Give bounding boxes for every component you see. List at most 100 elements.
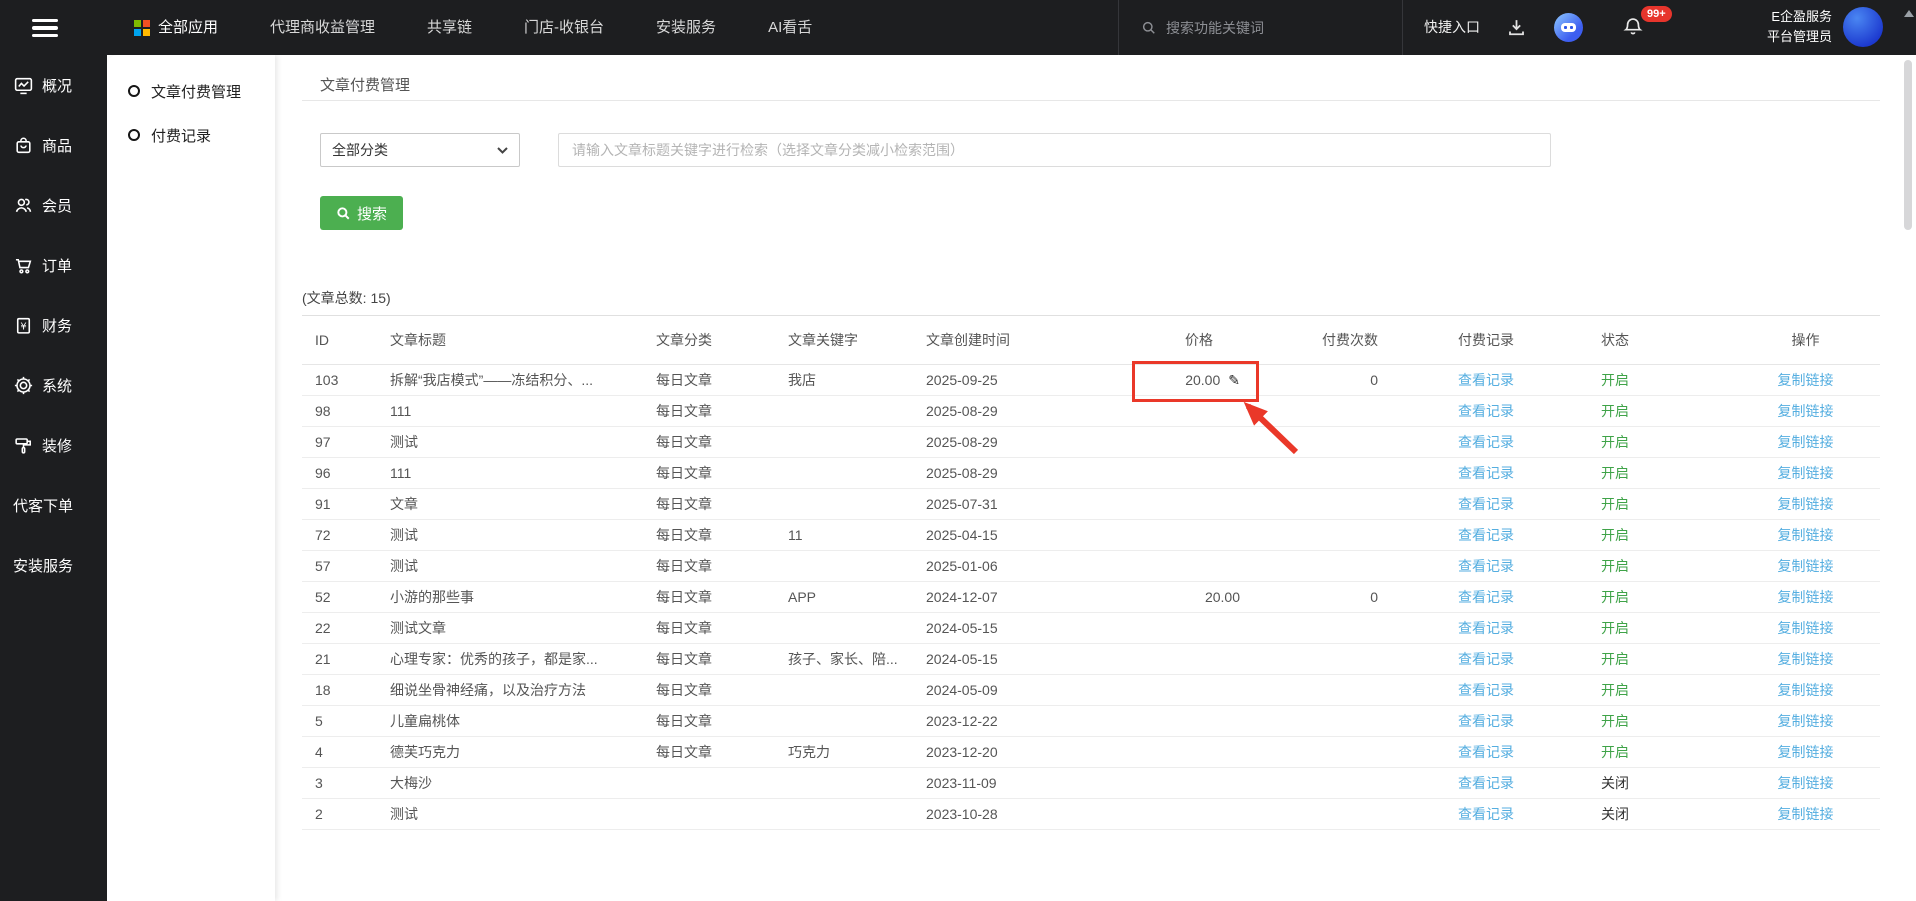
view-record-link[interactable]: 查看记录 — [1458, 806, 1514, 822]
table-row: 97 测试 每日文章 2025-08-29 查看记录 开启 复制链接 — [302, 427, 1880, 458]
keyword-search-input[interactable] — [558, 133, 1551, 167]
copy-link-action[interactable]: 复制链接 — [1778, 682, 1834, 698]
sidebar-item-products[interactable]: 商品 — [0, 115, 107, 175]
copy-link-action[interactable]: 复制链接 — [1778, 651, 1834, 667]
view-record-link[interactable]: 查看记录 — [1458, 465, 1514, 481]
status-badge: 开启 — [1601, 434, 1629, 450]
col-actions: 操作 — [1753, 316, 1880, 365]
copy-link-action[interactable]: 复制链接 — [1778, 403, 1834, 419]
status-badge: 开启 — [1601, 744, 1629, 760]
nav-store-cashier[interactable]: 门店-收银台 — [498, 0, 630, 55]
view-record-link[interactable]: 查看记录 — [1458, 403, 1514, 419]
view-record-link[interactable]: 查看记录 — [1458, 496, 1514, 512]
cell-price — [1138, 489, 1253, 520]
download-icon[interactable] — [1506, 17, 1527, 38]
cell-actions: 复制链接 — [1753, 799, 1880, 830]
nav-ai-tongue[interactable]: AI看舌 — [742, 0, 838, 55]
status-badge: 开启 — [1601, 651, 1629, 667]
status-badge: 关闭 — [1601, 806, 1629, 822]
cell-actions: 复制链接 — [1753, 768, 1880, 799]
ai-assistant-icon[interactable] — [1554, 13, 1583, 42]
global-search-input[interactable]: 搜索功能关键词 — [1118, 0, 1403, 55]
cell-status: 开启 — [1588, 396, 1753, 427]
view-record-link[interactable]: 查看记录 — [1458, 372, 1514, 388]
sidebar-item-overview[interactable]: 概况 — [0, 55, 107, 115]
cell-status: 关闭 — [1588, 799, 1753, 830]
copy-link-action[interactable]: 复制链接 — [1778, 372, 1834, 388]
category-selected-value: 全部分类 — [332, 140, 388, 160]
search-button[interactable]: 搜索 — [320, 196, 403, 230]
copy-link-action[interactable]: 复制链接 — [1778, 465, 1834, 481]
shopping-bag-icon — [13, 135, 34, 156]
cell-pay-count — [1253, 675, 1403, 706]
category-select[interactable]: 全部分类 — [320, 133, 520, 167]
copy-link-action[interactable]: 复制链接 — [1778, 589, 1834, 605]
scrollbar[interactable] — [1900, 0, 1916, 901]
cell-id: 72 — [302, 520, 380, 551]
finance-ledger-icon: ¥ — [13, 315, 34, 336]
copy-link-action[interactable]: 复制链接 — [1778, 496, 1834, 512]
sidebar-item-decoration[interactable]: 装修 — [0, 415, 107, 475]
cell-pay-record: 查看记录 — [1403, 489, 1588, 520]
nav-all-apps[interactable]: 全部应用 — [108, 0, 244, 55]
view-record-link[interactable]: 查看记录 — [1458, 682, 1514, 698]
cell-id: 91 — [302, 489, 380, 520]
copy-link-action[interactable]: 复制链接 — [1778, 806, 1834, 822]
copy-link-action[interactable]: 复制链接 — [1778, 713, 1834, 729]
sidebar-item-finance[interactable]: ¥ 财务 — [0, 295, 107, 355]
sidebar-item-valet-order[interactable]: 代客下单 — [0, 475, 107, 535]
cell-actions: 复制链接 — [1753, 644, 1880, 675]
nav-install-service[interactable]: 安装服务 — [630, 0, 742, 55]
view-record-link[interactable]: 查看记录 — [1458, 589, 1514, 605]
cell-title: 测试 — [380, 427, 640, 458]
user-account[interactable]: E企盈服务 平台管理员 — [1724, 7, 1832, 47]
cell-id: 103 — [302, 365, 380, 396]
quick-entry-link[interactable]: 快捷入口 — [1424, 0, 1480, 55]
cell-status: 开启 — [1588, 551, 1753, 582]
cell-price — [1138, 613, 1253, 644]
view-record-link[interactable]: 查看记录 — [1458, 620, 1514, 636]
view-record-link[interactable]: 查看记录 — [1458, 651, 1514, 667]
table-row: 96 111 每日文章 2025-08-29 查看记录 开启 复制链接 — [302, 458, 1880, 489]
submenu-item-article-pay[interactable]: 文章付费管理 — [107, 69, 275, 113]
hamburger-menu-icon[interactable] — [32, 19, 58, 37]
cell-created: 2025-08-29 — [910, 396, 1138, 427]
cell-status: 开启 — [1588, 737, 1753, 768]
cell-created: 2024-12-07 — [910, 582, 1138, 613]
view-record-link[interactable]: 查看记录 — [1458, 558, 1514, 574]
copy-link-action[interactable]: 复制链接 — [1778, 775, 1834, 791]
view-record-link[interactable]: 查看记录 — [1458, 775, 1514, 791]
cell-pay-record: 查看记录 — [1403, 737, 1588, 768]
copy-link-action[interactable]: 复制链接 — [1778, 558, 1834, 574]
view-record-link[interactable]: 查看记录 — [1458, 434, 1514, 450]
scrollbar-up-arrow-icon[interactable] — [1904, 10, 1914, 17]
view-record-link[interactable]: 查看记录 — [1458, 744, 1514, 760]
nav-share-chain[interactable]: 共享链 — [401, 0, 498, 55]
notifications-bell[interactable]: 99+ — [1622, 15, 1644, 39]
view-record-link[interactable]: 查看记录 — [1458, 527, 1514, 543]
cell-actions: 复制链接 — [1753, 551, 1880, 582]
scrollbar-thumb[interactable] — [1904, 60, 1912, 230]
sidebar-item-install-service[interactable]: 安装服务 — [0, 535, 107, 595]
submenu-item-pay-records[interactable]: 付费记录 — [107, 113, 275, 157]
cell-price — [1138, 706, 1253, 737]
cell-keyword — [772, 551, 910, 582]
cell-created: 2023-10-28 — [910, 799, 1138, 830]
nav-agent-revenue[interactable]: 代理商收益管理 — [244, 0, 401, 55]
copy-link-action[interactable]: 复制链接 — [1778, 434, 1834, 450]
cell-pay-record: 查看记录 — [1403, 799, 1588, 830]
copy-link-action[interactable]: 复制链接 — [1778, 744, 1834, 760]
copy-link-action[interactable]: 复制链接 — [1778, 620, 1834, 636]
sidebar-item-system[interactable]: 系统 — [0, 355, 107, 415]
cell-keyword — [772, 489, 910, 520]
avatar[interactable] — [1843, 7, 1883, 47]
copy-link-action[interactable]: 复制链接 — [1778, 527, 1834, 543]
cell-category — [640, 799, 772, 830]
cell-id: 97 — [302, 427, 380, 458]
sidebar-item-orders[interactable]: 订单 — [0, 235, 107, 295]
cell-created: 2025-01-06 — [910, 551, 1138, 582]
status-badge: 开启 — [1601, 527, 1629, 543]
view-record-link[interactable]: 查看记录 — [1458, 713, 1514, 729]
sidebar-item-members[interactable]: 会员 — [0, 175, 107, 235]
cell-status: 开启 — [1588, 365, 1753, 396]
